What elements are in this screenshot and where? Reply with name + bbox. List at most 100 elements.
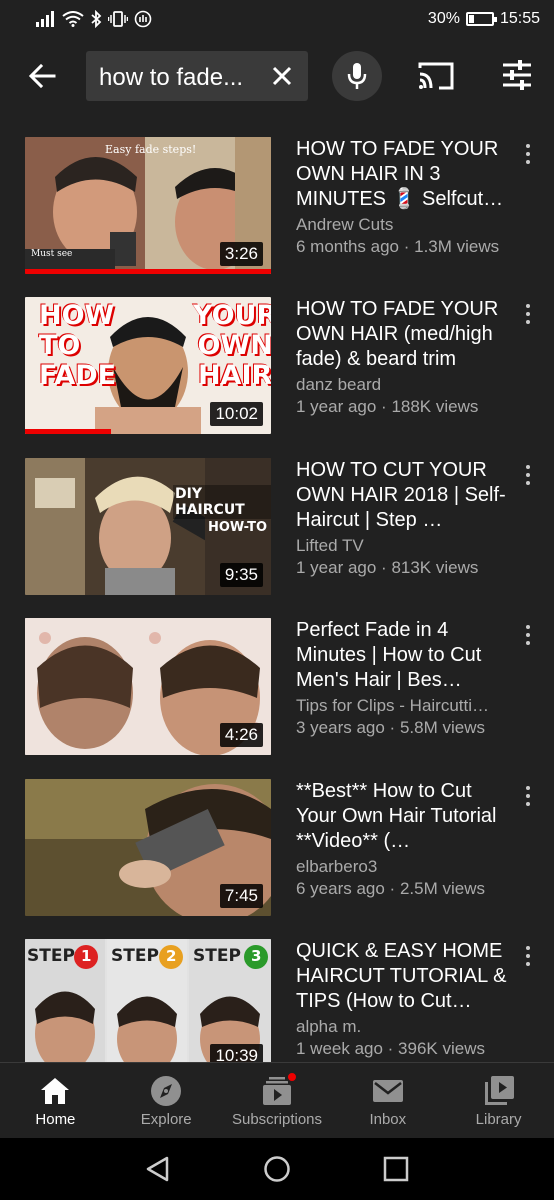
search-query[interactable]: how to fade...: [99, 64, 249, 92]
more-options-button[interactable]: [518, 301, 538, 327]
more-options-button[interactable]: [518, 622, 538, 648]
video-thumbnail[interactable]: 4:26: [25, 618, 271, 755]
tune-icon: [503, 60, 531, 90]
battery-icon: [465, 12, 497, 26]
video-duration: 10:02: [210, 402, 263, 426]
video-info[interactable]: HOW TO FADE YOUR OWN HAIR (med/high fade…: [296, 297, 514, 418]
video-thumbnail[interactable]: HOW TO FADE YOUR OWN HAIR 10:02: [25, 297, 271, 434]
thumbnail-caption: STEP: [111, 946, 159, 966]
battery-percent: 30%: [427, 10, 460, 27]
cast-icon: [418, 62, 454, 90]
clock: 15:55: [499, 10, 540, 27]
video-result[interactable]: Easy fade steps! Must see 3:26 HOW TO FA…: [0, 137, 554, 277]
video-result[interactable]: 4:26 Perfect Fade in 4 Minutes | How to …: [0, 618, 554, 758]
video-info[interactable]: Perfect Fade in 4 Minutes | How to Cut M…: [296, 618, 514, 739]
video-title[interactable]: HOW TO CUT YOUR OWN HAIR 2018 | Self-Hai…: [296, 458, 514, 533]
video-duration: 3:26: [219, 242, 263, 266]
status-icons-right: 30% 15:55: [428, 10, 540, 28]
channel-name: Tips for Clips - Haircutti…: [296, 696, 490, 715]
thumbnail-caption: Easy fade steps!: [105, 143, 197, 156]
nav-label: Library: [475, 1111, 522, 1128]
clear-search-button[interactable]: [268, 62, 296, 90]
system-home-icon[interactable]: [262, 1154, 292, 1184]
video-info[interactable]: **Best** How to Cut Your Own Hair Tutori…: [296, 779, 514, 900]
video-result[interactable]: STEP 1 STEP 2 STEP 3 10:39 QUICK & EASY …: [0, 939, 554, 1062]
inbox-icon: [372, 1080, 403, 1102]
video-title[interactable]: HOW TO FADE YOUR OWN HAIR (med/high fade…: [296, 297, 514, 372]
more-options-button[interactable]: [518, 783, 538, 809]
watch-progress-bar: [25, 429, 112, 434]
search-filters-button[interactable]: [500, 58, 534, 92]
thumbnail-caption: 2: [166, 947, 177, 965]
video-meta: 3 years ago · 5.8M views: [296, 718, 485, 737]
thumbnail-caption: YOUR OWN HAIR: [193, 300, 271, 391]
explore-icon: [151, 1076, 182, 1106]
signal-icon: [36, 11, 54, 27]
video-thumbnail[interactable]: Easy fade steps! Must see 3:26: [25, 137, 271, 274]
nav-label: Explore: [140, 1111, 192, 1128]
channel-name: alpha m.: [296, 1017, 362, 1036]
channel-name: elbarbero3: [296, 857, 378, 876]
video-result[interactable]: 7:45 **Best** How to Cut Your Own Hair T…: [0, 779, 554, 919]
vibrate-icon: [108, 11, 128, 27]
nav-label: Inbox: [369, 1111, 407, 1128]
watch-progress-bar: [25, 269, 271, 274]
video-meta: 1 year ago · 188K views: [296, 397, 479, 416]
video-info[interactable]: HOW TO FADE YOUR OWN HAIR IN 3 MINUTES 💈…: [296, 137, 514, 258]
search-results-list: Easy fade steps! Must see 3:26 HOW TO FA…: [0, 114, 554, 1062]
wifi-icon: [62, 11, 84, 27]
nav-subscriptions[interactable]: Subscriptions: [222, 1063, 333, 1138]
nav-home[interactable]: Home: [0, 1063, 111, 1138]
close-icon: [272, 66, 292, 86]
nav-label: Home: [35, 1111, 76, 1128]
video-thumbnail[interactable]: 7:45: [25, 779, 271, 916]
voice-search-button[interactable]: [332, 51, 382, 101]
video-result[interactable]: DIY HAIRCUT HOW-TO 9:35 HOW TO CUT YOUR …: [0, 458, 554, 598]
channel-name: Lifted TV: [296, 536, 364, 555]
back-button[interactable]: [24, 58, 60, 94]
more-options-button[interactable]: [518, 943, 538, 969]
channel-name: danz beard: [296, 375, 382, 394]
video-meta: 6 years ago · 2.5M views: [296, 879, 485, 898]
search-input[interactable]: how to fade...: [86, 51, 308, 101]
system-recents-icon[interactable]: [381, 1154, 411, 1184]
channel-name: Andrew Cuts: [296, 215, 394, 234]
bluetooth-icon: [91, 10, 102, 28]
video-info[interactable]: HOW TO CUT YOUR OWN HAIR 2018 | Self-Hai…: [296, 458, 514, 579]
video-meta: 1 year ago · 813K views: [296, 558, 479, 577]
video-result[interactable]: HOW TO FADE YOUR OWN HAIR 10:02 HOW TO FADE …: [0, 297, 554, 437]
microphone-icon: [347, 63, 367, 89]
system-navigation-bar: [0, 1138, 554, 1200]
system-back-icon[interactable]: [143, 1154, 173, 1184]
nav-label: Subscriptions: [231, 1111, 323, 1128]
video-title[interactable]: HOW TO FADE YOUR OWN HAIR IN 3 MINUTES 💈…: [296, 137, 514, 212]
more-options-button[interactable]: [518, 141, 538, 167]
video-duration: 7:45: [219, 884, 263, 908]
video-meta: 6 months ago · 1.3M views: [296, 237, 500, 256]
cast-button[interactable]: [417, 58, 455, 94]
thumbnail-caption: STEP: [193, 946, 241, 966]
video-duration: 9:35: [219, 563, 263, 587]
home-icon: [41, 1078, 70, 1104]
notification-badge: [285, 1071, 298, 1083]
gesture-icon: [134, 10, 152, 28]
video-title[interactable]: **Best** How to Cut Your Own Hair Tutori…: [296, 779, 514, 854]
more-options-button[interactable]: [518, 462, 538, 488]
thumbnail-caption: DIY HAIRCUT: [173, 485, 271, 519]
nav-library[interactable]: Library: [443, 1063, 554, 1138]
thumbnail-caption: 1: [81, 947, 92, 965]
video-title[interactable]: Perfect Fade in 4 Minutes | How to Cut M…: [296, 618, 514, 693]
thumbnail-caption: HOW TO FADE: [39, 300, 117, 391]
subscriptions-icon: [260, 1071, 298, 1107]
video-duration: 10:39: [210, 1044, 263, 1062]
nav-explore[interactable]: Explore: [111, 1063, 222, 1138]
video-thumbnail[interactable]: STEP 1 STEP 2 STEP 3 10:39: [25, 939, 271, 1062]
video-thumbnail[interactable]: DIY HAIRCUT HOW-TO 9:35: [25, 458, 271, 595]
nav-inbox[interactable]: Inbox: [332, 1063, 443, 1138]
library-icon: [484, 1076, 514, 1105]
search-header: how to fade...: [0, 38, 554, 114]
thumbnail-caption: STEP: [27, 946, 75, 966]
video-info[interactable]: QUICK & EASY HOME HAIRCUT TUTORIAL & TIP…: [296, 939, 514, 1060]
video-title[interactable]: QUICK & EASY HOME HAIRCUT TUTORIAL & TIP…: [296, 939, 514, 1014]
thumbnail-caption: Must see: [31, 249, 73, 259]
